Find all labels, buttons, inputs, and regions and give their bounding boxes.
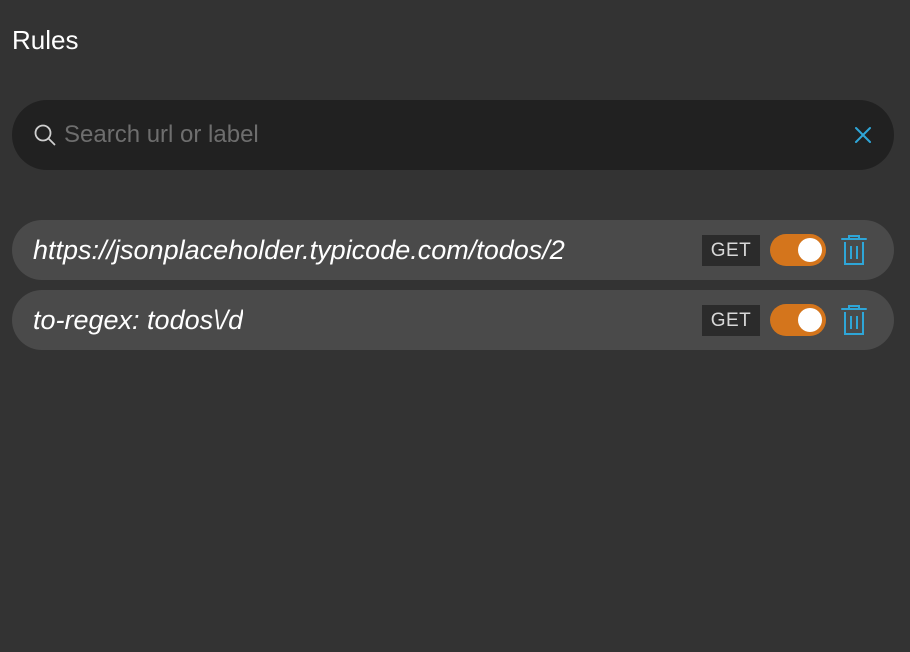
toggle-knob: [798, 238, 822, 262]
list-item: https://jsonplaceholder.typicode.com/tod…: [12, 220, 894, 280]
list-item: to-regex: todos\/d GET: [12, 290, 894, 350]
trash-icon[interactable]: [840, 304, 868, 336]
method-badge: GET: [702, 305, 760, 336]
search-bar: [12, 100, 894, 170]
enable-toggle[interactable]: [770, 234, 826, 266]
toggle-knob: [798, 308, 822, 332]
rule-label[interactable]: https://jsonplaceholder.typicode.com/tod…: [33, 220, 565, 280]
page-title: Rules: [12, 25, 79, 55]
rules-list: https://jsonplaceholder.typicode.com/tod…: [12, 220, 894, 360]
rules-page: Rules https://jsonplaceholder.typicode.c…: [0, 0, 910, 652]
search-icon: [34, 124, 56, 146]
search-input[interactable]: [64, 115, 824, 155]
enable-toggle[interactable]: [770, 304, 826, 336]
close-icon[interactable]: [852, 124, 874, 146]
trash-icon[interactable]: [840, 234, 868, 266]
rule-label[interactable]: to-regex: todos\/d: [33, 290, 243, 350]
method-badge: GET: [702, 235, 760, 266]
